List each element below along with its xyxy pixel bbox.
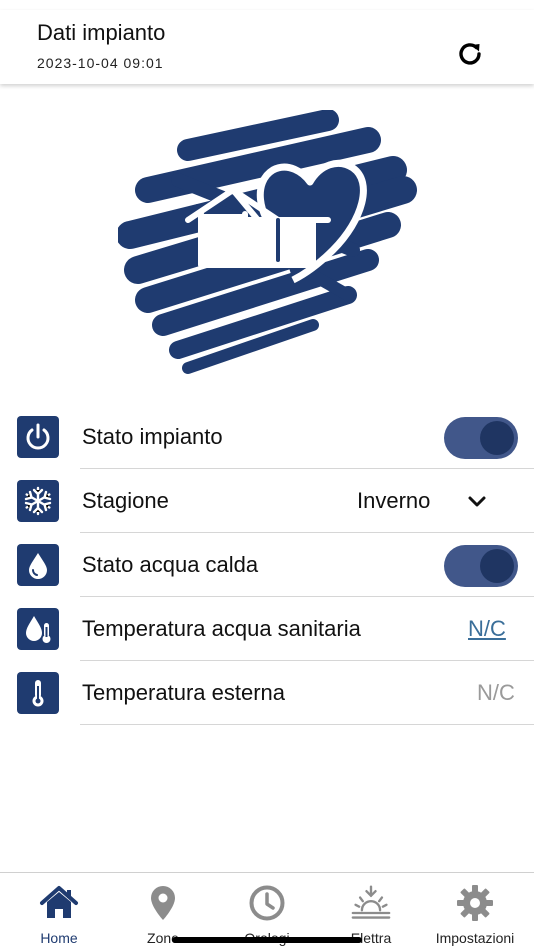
tab-home[interactable]: Home: [9, 873, 109, 951]
snowflake-icon: [17, 480, 59, 522]
header: Dati impianto 2023-10-04 09:01: [0, 10, 534, 84]
home-indicator: [172, 937, 362, 943]
thermometer-icon: [17, 672, 59, 714]
gear-icon: [457, 885, 493, 921]
chevron-down-icon[interactable]: [466, 491, 488, 511]
temperatura-acqua-sanitaria-link[interactable]: N/C: [468, 616, 506, 642]
row-label: Temperatura esterna: [82, 680, 285, 705]
temperatura-esterna-value: N/C: [477, 680, 515, 705]
row-stato-acqua-calda: Stato acqua calda: [0, 533, 534, 597]
toggle-knob: [480, 421, 514, 455]
row-label: Stato impianto: [82, 424, 223, 449]
brand-logo: [118, 110, 417, 374]
row-label: Stagione: [82, 488, 169, 513]
page-title: Dati impianto: [37, 20, 166, 45]
stagione-select[interactable]: Inverno: [357, 488, 430, 514]
tab-label: Home: [40, 930, 78, 946]
toggle-knob: [480, 549, 514, 583]
stato-acqua-calda-toggle[interactable]: [444, 545, 518, 587]
row-stagione: Stagione Inverno: [0, 469, 534, 533]
row-temperatura-esterna: Temperatura esterna N/C: [0, 661, 534, 725]
stato-impianto-toggle[interactable]: [444, 417, 518, 459]
sunrise-icon: [351, 885, 391, 919]
home-icon: [40, 886, 78, 918]
tab-impostazioni[interactable]: Impostazioni: [425, 873, 525, 951]
clock-icon: [249, 885, 285, 921]
row-label: Stato acqua calda: [82, 552, 259, 577]
last-update-timestamp: 2023-10-04 09:01: [37, 55, 164, 71]
row-temperatura-acqua-sanitaria: Temperatura acqua sanitaria N/C: [0, 597, 534, 661]
row-label: Temperatura acqua sanitaria: [82, 616, 361, 641]
water-drop-icon: [17, 544, 59, 586]
drop-thermometer-icon: [17, 608, 59, 650]
divider: [80, 724, 534, 725]
row-stato-impianto: Stato impianto: [0, 405, 534, 469]
refresh-icon[interactable]: [452, 36, 488, 72]
location-pin-icon: [151, 886, 175, 920]
power-icon: [17, 416, 59, 458]
tab-label: Impostazioni: [435, 930, 515, 946]
